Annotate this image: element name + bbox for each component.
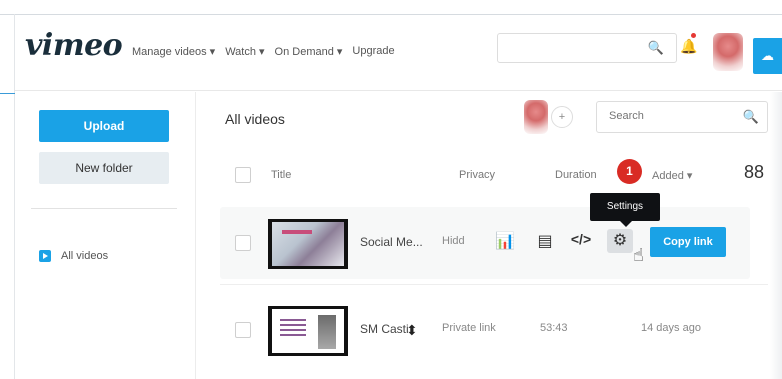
video-folder-icon [39,250,51,262]
header-upload-icon[interactable]: ☁ [753,38,782,74]
table-row[interactable]: Social Me... Hidd 📊 ▤ </> ⚙ ☝ Copy link [220,207,750,279]
nav-upgrade[interactable]: Upgrade [352,45,394,58]
video-title[interactable]: SM Casti [360,322,409,336]
column-privacy[interactable]: Privacy [459,169,495,181]
column-added[interactable]: Added ▾ [652,169,692,182]
top-header: vimeo Manage videos ▾ Watch ▾ On Demand … [15,15,782,91]
video-title[interactable]: Social Me... [360,235,423,249]
step-number-badge: 1 [617,159,642,184]
upload-button[interactable]: Upload [39,110,169,142]
video-thumbnail[interactable] [268,219,348,269]
sidebar-divider [31,208,177,209]
column-title[interactable]: Title [271,169,291,181]
stats-icon[interactable]: 📊 [494,231,516,251]
nav-on-demand[interactable]: On Demand ▾ [275,45,343,58]
video-added-date: 14 days ago [641,322,701,334]
nav-manage-videos[interactable]: Manage videos ▾ [132,45,215,58]
add-member-icon[interactable]: + [551,106,573,128]
mouse-cursor-icon: ⬍ [406,322,418,338]
copy-link-button[interactable]: Copy link [650,227,726,257]
video-search-field[interactable]: 🔍 [596,101,768,133]
video-privacy[interactable]: Hidd [442,235,465,247]
search-icon[interactable]: 🔍 [648,40,664,56]
video-duration: 53:43 [540,322,568,334]
main-nav: Manage videos ▾ Watch ▾ On Demand ▾ Upgr… [132,45,395,58]
nav-watch[interactable]: Watch ▾ [225,45,264,58]
sidebar-item-label: All videos [61,250,109,262]
video-thumbnail[interactable] [268,306,348,356]
settings-gear-icon[interactable]: ⚙ [607,229,633,253]
header-search-input[interactable]: 🔍 [497,33,677,63]
page-title: All videos [225,111,285,127]
pointer-cursor-icon: ☝ [633,245,644,265]
column-duration[interactable]: Duration [555,169,597,181]
row-checkbox[interactable] [235,322,251,338]
select-all-checkbox[interactable] [235,167,251,183]
page-edge-shadow [770,92,782,379]
table-header: Title Privacy Duration Added ▾ [225,160,770,190]
sidebar: Upload New folder All videos [15,92,195,379]
row-divider [220,284,768,285]
notification-dot [691,33,696,38]
settings-tooltip: Settings [590,193,660,227]
team-avatar[interactable] [524,100,548,134]
grid-view-icon[interactable]: 88 [744,162,764,183]
notification-bell-icon[interactable]: 🔔 [680,38,697,55]
new-folder-button[interactable]: New folder [39,152,169,184]
table-row[interactable]: SM Casti ⬍ Private link 53:43 14 days ag… [220,294,750,366]
user-avatar[interactable] [713,33,743,71]
embed-icon[interactable]: </> [570,231,592,247]
vimeo-logo[interactable]: vimeo [25,28,123,63]
row-checkbox[interactable] [235,235,251,251]
search-icon[interactable]: 🔍 [743,109,759,125]
sidebar-separator [195,92,196,379]
video-search-input[interactable] [607,109,731,123]
sidebar-item-all-videos[interactable]: All videos [39,250,108,262]
review-icon[interactable]: ▤ [534,231,556,251]
video-privacy[interactable]: Private link [442,322,496,334]
